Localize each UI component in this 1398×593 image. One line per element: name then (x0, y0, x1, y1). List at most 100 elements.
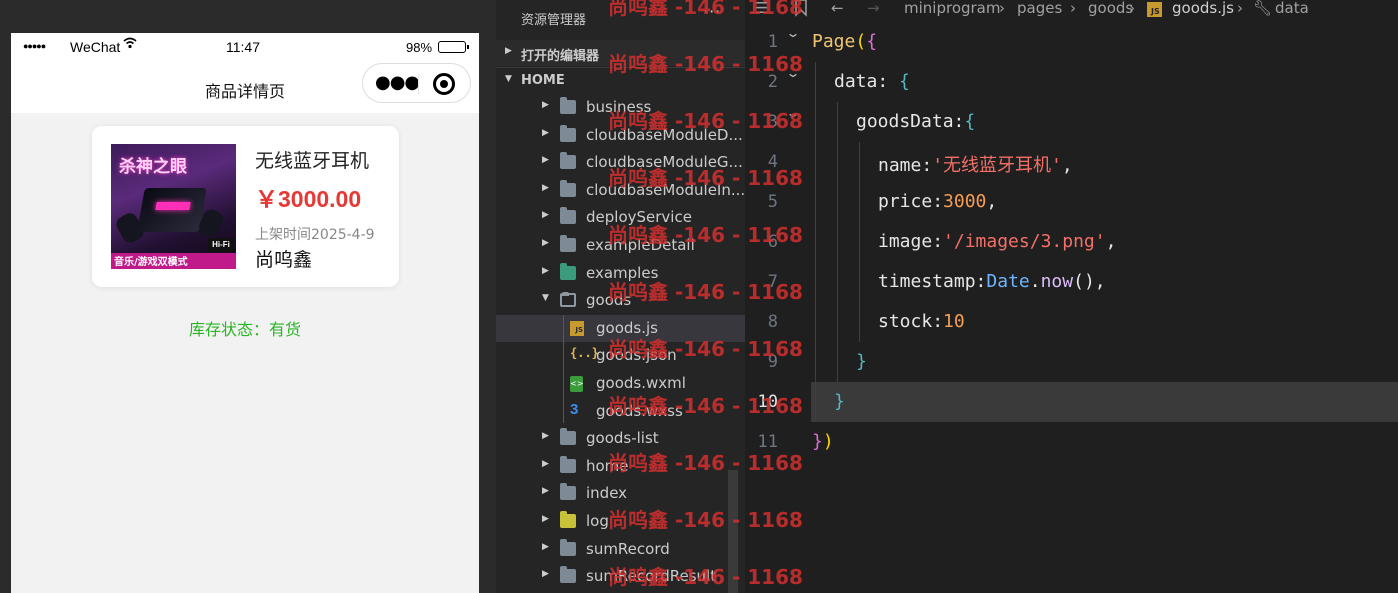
breadcrumb-goods[interactable]: goods (1088, 0, 1133, 17)
tree-item-cloudbasemoduleg[interactable]: ▶ cloudbaseModuleG... (496, 149, 745, 176)
chevron-right-icon: ▶ (542, 569, 549, 580)
tree-item-label: goods.js (596, 318, 658, 337)
code-line-6[interactable]: image:'/images/3.png', (878, 231, 1116, 252)
tree-item-label: business (586, 98, 652, 116)
bookmark-icon[interactable] (794, 0, 808, 21)
wifi-icon (123, 37, 137, 52)
wrench-icon: 🔧︎ (1253, 0, 1273, 17)
folder-icon (560, 124, 576, 142)
product-shop: 尚呜鑫 (255, 249, 313, 271)
breadcrumb-pages[interactable]: pages (1017, 0, 1062, 17)
chevron-right-icon: ▶ (542, 155, 549, 166)
fold-chevron-icon[interactable]: ⌄ (785, 26, 800, 40)
tree-item-goods-wxss[interactable]: 3 goods.wxss (496, 398, 745, 425)
chevron-right-icon: › (1070, 0, 1076, 17)
chevron-right-icon: ▶ (542, 431, 549, 442)
code-line-8[interactable]: stock:10 (878, 311, 965, 332)
tree-item-cloudbasemodulein[interactable]: ▶ cloudbaseModuleIn... (496, 177, 745, 204)
tree-item-label: cloudbaseModuleG... (586, 153, 743, 172)
fold-chevron-icon[interactable]: ⌄ (785, 106, 800, 120)
code-line-5[interactable]: price:3000, (878, 191, 997, 212)
code-line-1[interactable]: Page({ (812, 31, 877, 52)
js-file-icon: JS (1147, 2, 1162, 17)
tree-item-examples[interactable]: ▶ examples (496, 260, 745, 287)
folder-icon (560, 538, 576, 556)
hifi-badge: Hi-Fi (208, 238, 234, 252)
back-arrow-icon[interactable]: ← (831, 0, 844, 17)
folder-icon (560, 566, 576, 584)
battery-icon (438, 41, 469, 53)
tree-item-label: examples (586, 263, 659, 282)
fold-chevron-icon[interactable]: ⌄ (785, 66, 800, 80)
js-file-icon: JS (570, 320, 584, 336)
tree-item-label: log (586, 512, 609, 530)
product-card[interactable]: 杀神之眼 Hi-Fi 音乐/游戏双模式 无线蓝牙耳机 ￥3000.00 上架时间… (92, 126, 399, 287)
explorer-more-icon[interactable]: ··· (703, 2, 721, 21)
close-miniprogram-icon[interactable] (433, 73, 455, 95)
line-number: 8 (767, 312, 778, 332)
folder-icon (560, 97, 576, 114)
code-line-10[interactable]: } (834, 391, 845, 412)
tree-item-cloudbasemoduled[interactable]: ▶ cloudbaseModuleD... (496, 122, 745, 149)
code-line-2[interactable]: data: { (834, 71, 910, 92)
code-editor[interactable]: ☰ ← → miniprogram › pages › goods › JS g… (745, 0, 1398, 593)
list-icon[interactable]: ☰ (755, 0, 768, 17)
tree-item-business[interactable]: ▶ business (496, 94, 745, 121)
breadcrumb-symbol[interactable]: data (1275, 0, 1309, 17)
tree-item-label: cloudbaseModuleIn... (586, 180, 745, 199)
product-image-caption: 音乐/游戏双模式 (114, 257, 188, 268)
line-number: 10 (757, 392, 778, 412)
product-image-title: 杀神之眼 (119, 157, 187, 177)
code-line-9[interactable]: } (856, 351, 867, 372)
code-line-11[interactable]: }) (812, 431, 834, 452)
battery-percent: 98% (406, 40, 433, 55)
more-icon[interactable]: ●●● (375, 72, 420, 93)
line-number: 2 (767, 72, 778, 92)
tree-item-label: goods.wxml (596, 374, 686, 392)
home-section-label: HOME (521, 73, 565, 88)
tree-item-home[interactable]: ▶ home (496, 453, 745, 480)
chevron-right-icon: ▶ (542, 238, 549, 248)
folder-icon (560, 262, 576, 280)
folder-icon (560, 152, 576, 170)
code-line-3[interactable]: goodsData:{ (856, 111, 975, 132)
tree-item-log[interactable]: ▶ log (496, 508, 745, 535)
nav-bar: 商品详情页 ●●● (11, 61, 479, 113)
product-image[interactable]: 杀神之眼 Hi-Fi 音乐/游戏双模式 (111, 144, 236, 269)
breadcrumb-miniprogram[interactable]: miniprogram (904, 0, 1000, 17)
code-line-4[interactable]: name:'无线蓝牙耳机', (878, 151, 1073, 177)
chevron-right-icon: ▶ (542, 182, 549, 193)
line-number: 1 (767, 32, 778, 52)
line-number: 6 (767, 232, 778, 252)
breadcrumb-file[interactable]: goods.js (1172, 0, 1234, 17)
chevron-right-icon: ▶ (542, 210, 549, 221)
chevron-right-icon: ▶ (542, 265, 549, 276)
tree-item-goods-wxml[interactable]: <> goods.wxml (496, 370, 745, 397)
breadcrumb: ☰ ← → miniprogram › pages › goods › JS g… (745, 0, 1398, 22)
tree-item-label: deployService (586, 208, 692, 227)
home-section[interactable]: ▼ HOME (496, 67, 745, 93)
explorer-scrollbar[interactable] (728, 470, 738, 593)
folder-icon (560, 455, 576, 473)
open-editors-section[interactable]: ▶ 打开的编辑器 (496, 40, 745, 66)
tree-item-goods[interactable]: ▼ goods (496, 287, 745, 314)
tree-item-deployservice[interactable]: ▶ deployService (496, 204, 745, 231)
tree-item-label: sumRecordResult (586, 567, 717, 586)
line-number: 11 (757, 432, 778, 452)
chevron-right-icon: ▶ (542, 458, 549, 469)
tree-item-sumrecordresult[interactable]: ▶ sumRecordResult (496, 563, 745, 590)
line-number: 5 (767, 192, 778, 212)
chevron-right-icon: ▶ (542, 127, 549, 138)
tree-item-index[interactable]: ▶ index (496, 480, 745, 507)
tree-item-goods-list[interactable]: ▶ goods-list (496, 425, 745, 452)
tree-item-goods-json[interactable]: {..} goods.json (496, 342, 745, 369)
tree-item-exampledetail[interactable]: ▶ exampleDetail (496, 232, 745, 259)
forward-arrow-icon[interactable]: → (867, 0, 880, 17)
tree-item-goods-js[interactable]: JS goods.js (496, 314, 745, 342)
code-line-7[interactable]: timestamp:Date.now(), (878, 271, 1106, 292)
chevron-right-icon: › (1129, 0, 1135, 17)
tree-item-sumrecord[interactable]: ▶ sumRecord (496, 536, 745, 563)
line-number: 7 (767, 272, 778, 292)
tree-item-label: goods.wxss (596, 401, 683, 420)
folder-open-icon (560, 292, 576, 308)
